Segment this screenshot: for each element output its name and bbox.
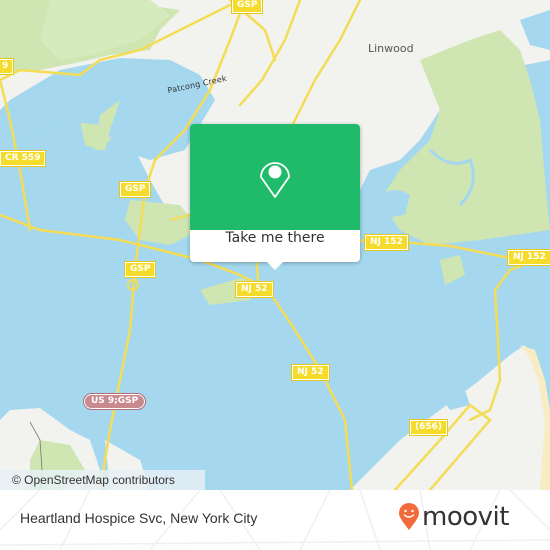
moovit-logo[interactable]: moovit bbox=[398, 502, 509, 532]
footer-bar: Heartland Hospice Svc, New York City moo… bbox=[0, 490, 550, 550]
place-label-linwood: Linwood bbox=[368, 42, 414, 55]
moovit-wordmark: moovit bbox=[422, 502, 509, 532]
popup-header bbox=[190, 124, 360, 230]
route-shield-cr559: CR 559 bbox=[0, 150, 47, 167]
location-popup: Take me there bbox=[190, 124, 360, 270]
map-view[interactable]: Linwood Patcong Creek GSP 9 CR 559 GSP G… bbox=[0, 0, 550, 490]
route-shield-nj152: NJ 152 bbox=[507, 249, 550, 266]
take-me-there-button[interactable]: Take me there bbox=[190, 230, 360, 262]
place-name: Heartland Hospice Svc, New York City bbox=[20, 510, 258, 526]
map-attribution[interactable]: © OpenStreetMap contributors bbox=[0, 470, 205, 490]
popup-pointer bbox=[267, 262, 283, 270]
route-shield-gsp: GSP bbox=[118, 181, 152, 198]
moovit-pin-icon bbox=[399, 503, 419, 530]
route-shield-gsp: GSP bbox=[230, 0, 264, 14]
map-pin-icon bbox=[260, 162, 290, 198]
route-shield-cr559-edge: 9 bbox=[0, 58, 15, 75]
route-shield-us9-gsp: US 9;GSP bbox=[82, 393, 147, 410]
route-shield-nj152: NJ 152 bbox=[364, 234, 409, 251]
route-shield-cr656: (656) bbox=[408, 419, 449, 436]
route-shield-nj52: NJ 52 bbox=[291, 364, 330, 381]
route-shield-nj52: NJ 52 bbox=[235, 281, 274, 298]
route-shield-gsp: GSP bbox=[123, 261, 157, 278]
